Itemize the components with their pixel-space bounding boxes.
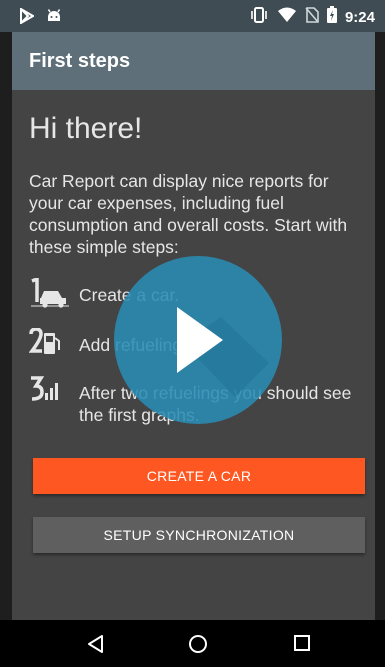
play-icon — [114, 256, 282, 424]
headline: Hi there! — [29, 112, 143, 145]
step-3-graph-icon — [29, 376, 79, 412]
left-border — [0, 32, 12, 620]
android-icon — [46, 8, 62, 29]
home-icon[interactable] — [188, 634, 208, 659]
wifi-icon — [277, 7, 297, 28]
step-2-fuel-icon — [28, 327, 79, 364]
play-button[interactable] — [113, 255, 283, 425]
no-sim-icon — [305, 6, 319, 28]
vibrate-icon — [249, 6, 269, 28]
battery-icon — [326, 6, 337, 28]
status-time: 9:24 — [344, 8, 375, 26]
create-car-button[interactable]: CREATE A CAR — [33, 458, 365, 494]
page-title: First steps — [29, 50, 131, 72]
right-border — [375, 32, 385, 620]
play-store-icon — [20, 7, 35, 29]
step-1-car-icon — [29, 276, 79, 314]
status-bar: 9:24 — [0, 0, 385, 32]
recents-icon[interactable] — [293, 634, 311, 657]
setup-sync-button[interactable]: SETUP SYNCHRONIZATION — [33, 517, 365, 553]
app-bar: First steps — [12, 32, 375, 90]
navigation-bar — [0, 620, 385, 667]
back-icon[interactable] — [86, 634, 106, 659]
intro-text: Car Report can display nice reports for … — [29, 171, 348, 257]
